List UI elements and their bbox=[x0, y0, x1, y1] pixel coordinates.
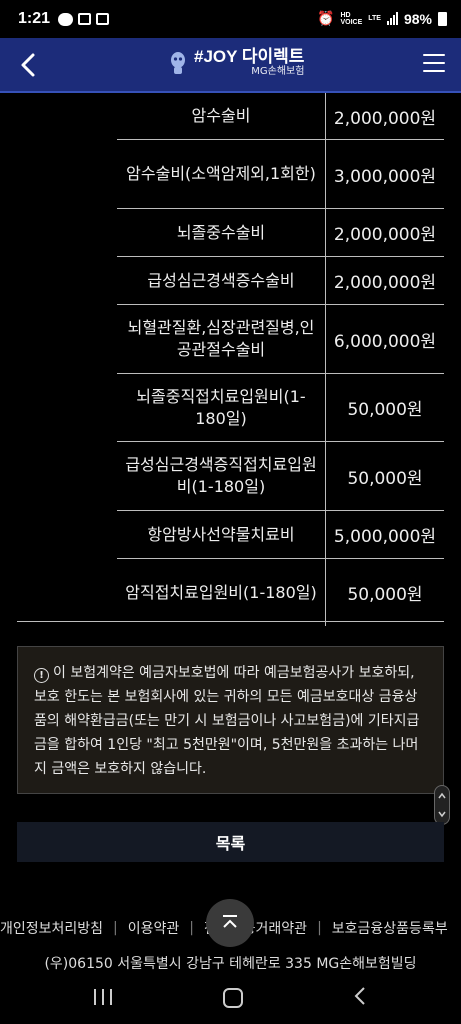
system-back-button[interactable] bbox=[353, 986, 367, 1010]
footer-link-terms[interactable]: 이용약관 bbox=[118, 918, 190, 938]
coverage-name: 항암방사선약물치료비 bbox=[117, 511, 326, 558]
back-chevron-icon bbox=[354, 987, 365, 1005]
coverage-name: 뇌졸중직접치료입원비(1-180일) bbox=[117, 374, 326, 441]
notice-text: 이 보험계약은 예금자보호법에 따라 예금보험공사가 보호하되, 보호 한도는 … bbox=[34, 665, 420, 777]
recent-apps-button[interactable] bbox=[94, 989, 112, 1005]
status-time: 1:21 bbox=[18, 10, 51, 27]
list-button[interactable]: 목록 bbox=[17, 822, 444, 862]
coverage-name: 암수술비(소액암제외,1회한) bbox=[117, 140, 326, 208]
scroll-handle[interactable] bbox=[434, 785, 450, 825]
signal-icon bbox=[386, 12, 398, 25]
status-bar: 1:21 ⏰ HD VOICE LTE 98% bbox=[0, 0, 461, 38]
coverage-name: 급성심근경색증직접치료입원비(1-180일) bbox=[117, 442, 326, 510]
coverage-amount: 50,000원 bbox=[347, 468, 423, 489]
table-row: 급성심근경색증수술비 2,000,000원 bbox=[117, 257, 444, 305]
scroll-top-button[interactable] bbox=[206, 899, 254, 947]
arrow-up-icon bbox=[223, 915, 237, 928]
footer-link-protected-products[interactable]: 보호금융상품등록부 bbox=[322, 918, 458, 938]
coverage-name: 뇌졸중수술비 bbox=[117, 209, 326, 256]
menu-button[interactable] bbox=[423, 54, 445, 74]
talk-icon bbox=[58, 12, 74, 26]
coverage-amount: 2,000,000원 bbox=[333, 108, 437, 129]
alarm-icon: ⏰ bbox=[317, 10, 335, 26]
back-button[interactable] bbox=[14, 50, 44, 80]
brand-logo[interactable]: #JOY 다이렉트 MG손해보험 bbox=[170, 48, 304, 78]
coverage-amount: 2,000,000원 bbox=[333, 273, 437, 293]
table-row: 급성심근경색증직접치료입원비(1-180일) 50,000원 bbox=[117, 442, 444, 511]
table-divider bbox=[17, 621, 444, 622]
battery-percent: 98% bbox=[403, 10, 432, 27]
brand-subtitle: MG손해보험 bbox=[251, 66, 305, 77]
coverage-amount: 2,000,000원 bbox=[333, 225, 437, 245]
notification-icons bbox=[58, 12, 110, 26]
deposit-protection-notice: ! 이 보험계약은 예금자보호법에 따라 예금보험공사가 보호하되, 보호 한도는… bbox=[17, 646, 444, 794]
info-icon: ! bbox=[34, 668, 49, 683]
hamburger-icon bbox=[423, 54, 445, 72]
scroll-arrows-icon bbox=[438, 792, 446, 818]
status-right: ⏰ HD VOICE LTE 98% bbox=[317, 10, 447, 27]
table-row: 암수술비(소액암제외,1회한) 3,000,000원 bbox=[117, 140, 444, 209]
coverage-amount: 50,000원 bbox=[347, 585, 423, 605]
coverage-amount: 3,000,000원 bbox=[333, 166, 437, 187]
card-icon bbox=[78, 13, 92, 25]
table-row: 뇌졸중직접치료입원비(1-180일) 50,000원 bbox=[117, 374, 444, 442]
footer-link-privacy[interactable]: 개인정보처리방침 bbox=[0, 918, 113, 938]
coverage-name: 뇌혈관질환,심장관련질병,인공관절수술비 bbox=[117, 305, 326, 373]
image-icon bbox=[96, 13, 110, 25]
table-row: 뇌혈관질환,심장관련질병,인공관절수술비 6,000,000원 bbox=[117, 305, 444, 374]
coverage-name: 암수술비 bbox=[117, 93, 326, 139]
home-button[interactable] bbox=[223, 988, 243, 1008]
coverage-table: 암수술비 2,000,000원 암수술비(소액암제외,1회한) 3,000,00… bbox=[117, 93, 444, 626]
hd-voice-indicator: HD VOICE bbox=[340, 11, 363, 26]
table-row: 뇌졸중수술비 2,000,000원 bbox=[117, 209, 444, 257]
brand-title: #JOY 다이렉트 bbox=[194, 47, 305, 66]
system-nav-bar bbox=[0, 970, 461, 1024]
table-row: 암수술비 2,000,000원 bbox=[117, 93, 444, 140]
coverage-amount: 5,000,000원 bbox=[333, 527, 437, 547]
app-header: #JOY 다이렉트 MG손해보험 bbox=[0, 38, 461, 93]
coverage-amount: 50,000원 bbox=[347, 400, 423, 420]
coverage-name: 급성심근경색증수술비 bbox=[117, 257, 326, 304]
mascot-icon bbox=[171, 52, 185, 74]
table-row: 항암방사선약물치료비 5,000,000원 bbox=[117, 511, 444, 559]
lte-indicator: LTE bbox=[368, 15, 381, 22]
table-row: 암직접치료입원비(1-180일) 50,000원 bbox=[117, 559, 444, 626]
coverage-amount: 6,000,000원 bbox=[333, 331, 437, 352]
coverage-name: 암직접치료입원비(1-180일) bbox=[117, 559, 326, 626]
battery-icon bbox=[438, 11, 447, 26]
chevron-left-icon bbox=[21, 53, 35, 77]
